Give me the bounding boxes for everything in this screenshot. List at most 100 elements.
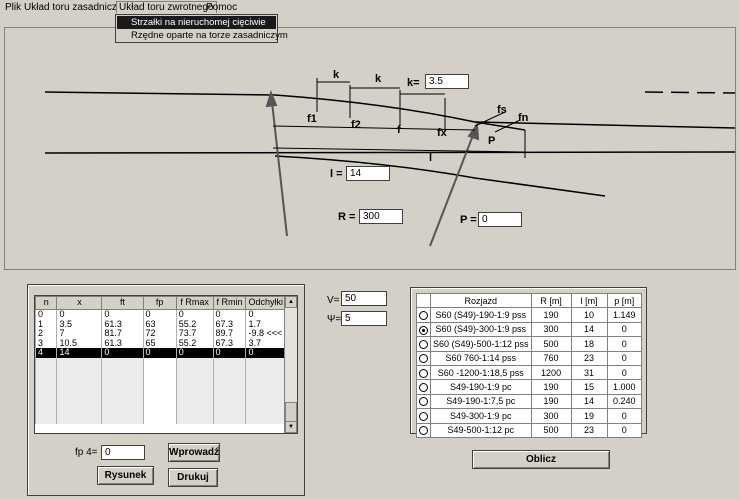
v-input[interactable]: 50 xyxy=(341,291,387,306)
menu-pomoc[interactable]: Pomoc xyxy=(206,2,237,13)
grid-cell xyxy=(101,414,144,424)
grid-header[interactable]: n xyxy=(35,296,58,310)
grid-row[interactable] xyxy=(35,395,286,405)
grid-cell xyxy=(35,414,58,424)
turnout-row[interactable]: S60 (S49)-500-1:12 pss 500 18 0 xyxy=(416,336,643,352)
turnout-radio-cell[interactable] xyxy=(416,350,431,366)
grid-cell xyxy=(35,386,58,396)
grid-header[interactable]: f Rmax xyxy=(175,296,214,310)
grid-cell xyxy=(175,405,214,415)
turnout-row[interactable]: S60 (S49)-300-1:9 pss 300 14 0 xyxy=(416,321,643,338)
turnout-cell: 19 xyxy=(570,408,608,424)
turnout-radio-cell[interactable] xyxy=(416,379,431,395)
rysunek-button[interactable]: Rysunek xyxy=(97,466,154,485)
turnout-header: R [m] xyxy=(530,292,572,309)
l-input[interactable]: 14 xyxy=(346,166,390,181)
turnout-cell: 1.000 xyxy=(606,379,643,395)
turnout-radio[interactable] xyxy=(419,397,428,407)
grid-header[interactable]: fp xyxy=(142,296,177,310)
oblicz-button[interactable]: Oblicz xyxy=(472,450,610,469)
grid-row[interactable] xyxy=(35,367,286,377)
drukuj-button[interactable]: Drukuj xyxy=(168,468,218,487)
label-fs: fs xyxy=(497,104,507,116)
grid-cell xyxy=(56,405,103,415)
psi-input[interactable]: 5 xyxy=(341,311,387,326)
grid-row[interactable] xyxy=(35,357,286,367)
grid-scrollbar[interactable]: ▲ ▼ xyxy=(284,296,297,433)
grid-row[interactable] xyxy=(35,386,286,396)
turnout-radio[interactable] xyxy=(419,354,428,364)
fp-label: fp 4= xyxy=(75,447,98,458)
turnout-cell: S60 760-1:14 pss xyxy=(430,350,532,366)
scroll-thumb[interactable] xyxy=(285,402,297,422)
turnout-row[interactable]: S60 760-1:14 pss 760 23 0 xyxy=(416,350,643,366)
grid-header[interactable]: Odchyłki xyxy=(245,296,286,310)
r-input[interactable]: 300 xyxy=(359,209,403,224)
grid-cell: 0 xyxy=(142,347,177,358)
results-grid: n x ft fp f Rmax f Rmin Odchyłki 0000000… xyxy=(34,295,298,434)
grid-cell xyxy=(101,376,144,386)
grid-cell xyxy=(245,405,286,415)
turnout-row[interactable]: S49-300-1:9 pc 300 19 0 xyxy=(416,408,643,424)
menu-option-rzedne[interactable]: Rzędne oparte na torze zasadniczym xyxy=(117,29,288,42)
label-p-eq: P = xyxy=(460,214,477,226)
menu-uklad-toru-zwrotnego[interactable]: Układ toru zwrotnego xyxy=(116,1,217,13)
fp-input[interactable]: 0 xyxy=(101,445,145,460)
menu-bar: Plik Układ toru zasadniczego Układ toru … xyxy=(0,0,739,15)
grid-row[interactable]: 0000000 xyxy=(35,309,286,320)
grid-cell xyxy=(56,386,103,396)
turnout-radio[interactable] xyxy=(419,383,428,393)
turnout-row[interactable]: S60 -1200-1:18,5 pss 1200 31 0 xyxy=(416,364,643,381)
grid-header[interactable]: ft xyxy=(101,296,144,310)
p-input[interactable]: 0 xyxy=(478,212,522,227)
grid-header[interactable]: x xyxy=(56,296,103,310)
grid-cell xyxy=(212,395,247,405)
turnout-radio[interactable] xyxy=(419,368,428,378)
grid-cell xyxy=(175,367,214,377)
turnout-row[interactable]: S49-500-1:12 pc 500 23 0 xyxy=(416,422,643,438)
turnout-row[interactable]: S49-190-1:9 pc 190 15 1.000 xyxy=(416,379,643,395)
grid-header[interactable]: f Rmin xyxy=(212,296,247,310)
turnout-table: Rozjazd R [m] l [m] p [m] S60 (S49)-190-… xyxy=(416,292,643,438)
grid-cell xyxy=(56,395,103,405)
turnout-radio-cell[interactable] xyxy=(416,408,431,424)
turnout-cell: 190 xyxy=(530,393,572,410)
grid-cell xyxy=(56,357,103,367)
grid-cell xyxy=(212,386,247,396)
turnout-radio[interactable] xyxy=(419,325,428,335)
scroll-up-button[interactable]: ▲ xyxy=(285,296,297,308)
turnout-radio[interactable] xyxy=(419,426,428,436)
turnout-cell: 0 xyxy=(606,350,643,366)
turnout-radio-cell[interactable] xyxy=(416,336,431,352)
wprowadz-button[interactable]: Wprowadź xyxy=(168,443,220,462)
grid-cell xyxy=(245,386,286,396)
turnout-cell: 0 xyxy=(606,364,643,381)
turnout-cell: 10 xyxy=(570,307,608,323)
turnout-radio-cell[interactable] xyxy=(416,393,431,410)
grid-cell: 0 xyxy=(245,309,286,320)
psi-label: Ψ= xyxy=(327,314,342,325)
grid-row[interactable] xyxy=(35,414,286,424)
menu-option-strzalki[interactable]: Strzałki na nieruchomej cięciwie xyxy=(117,16,276,29)
menu-plik[interactable]: Plik xyxy=(5,2,21,13)
turnout-radio[interactable] xyxy=(419,311,428,321)
label-k2: k xyxy=(375,73,382,85)
grid-cell: 0 xyxy=(101,347,144,358)
turnout-radio-cell[interactable] xyxy=(416,307,431,323)
turnout-cell: 23 xyxy=(570,350,608,366)
turnout-row[interactable]: S60 (S49)-190-1:9 pss 190 10 1.149 xyxy=(416,307,643,323)
turnout-radio-cell[interactable] xyxy=(416,321,431,338)
turnout-row[interactable]: S49-190-1:7,5 pc 190 14 0.240 xyxy=(416,393,643,410)
turnout-radio-cell[interactable] xyxy=(416,364,431,381)
grid-row[interactable] xyxy=(35,376,286,386)
turnout-cell: 190 xyxy=(530,307,572,323)
turnout-cell: S60 -1200-1:18,5 pss xyxy=(430,364,532,381)
scroll-down-button[interactable]: ▼ xyxy=(285,421,297,433)
grid-cell xyxy=(35,357,58,367)
turnout-radio[interactable] xyxy=(419,339,428,349)
grid-row[interactable]: 4 14 0 0 0 0 0 xyxy=(35,347,286,358)
grid-row[interactable] xyxy=(35,405,286,415)
turnout-radio-cell[interactable] xyxy=(416,422,431,438)
turnout-radio[interactable] xyxy=(419,411,428,421)
k-input[interactable]: 3.5 xyxy=(425,74,469,89)
